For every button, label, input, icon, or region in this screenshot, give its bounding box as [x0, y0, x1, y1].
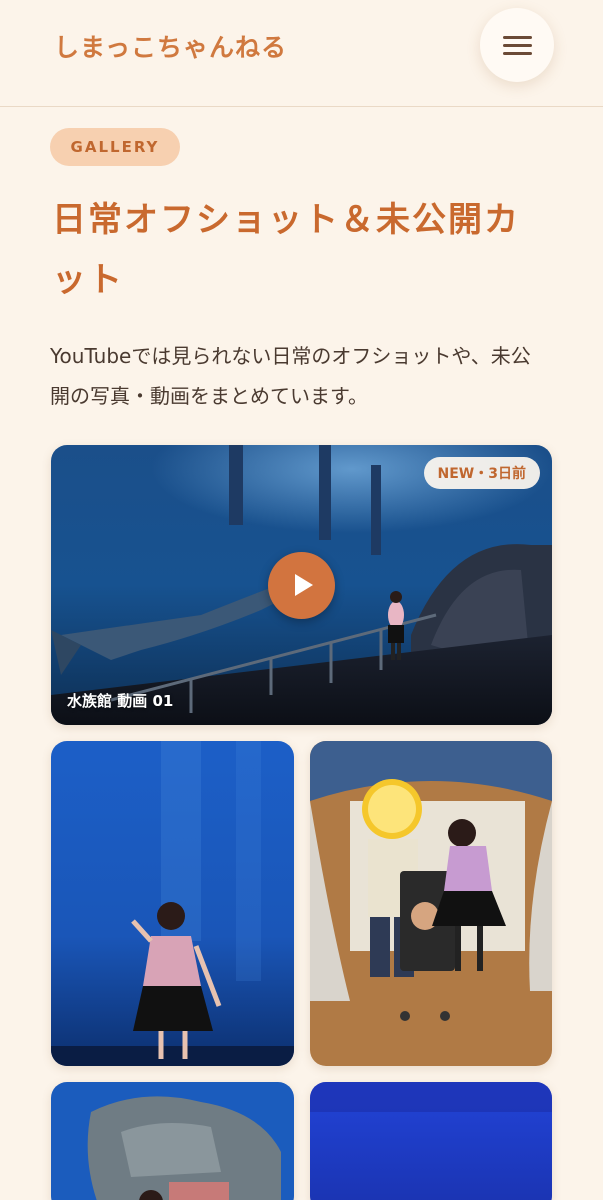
- coral-photo: [51, 1082, 294, 1200]
- new-badge: NEW・3日前: [423, 457, 540, 489]
- blue-tank-photo: [310, 1082, 552, 1200]
- site-brand[interactable]: しまっこちゃんねる: [54, 28, 287, 64]
- gallery-photo-card[interactable]: [51, 741, 294, 1066]
- page: しまっこちゃんねる GALLERY 日常オフショット＆未公開カット YouTub…: [0, 0, 603, 1200]
- gallery-photo-card[interactable]: [310, 1082, 552, 1200]
- gallery-photo-card[interactable]: [310, 741, 552, 1066]
- site-header: しまっこちゃんねる: [0, 0, 603, 107]
- menu-button[interactable]: [480, 8, 554, 82]
- video-caption: 水族館 動画 01: [67, 692, 174, 710]
- section-description: YouTubeでは見られない日常のオフショットや、未公開の写真・動画をまとめてい…: [50, 344, 531, 408]
- page-title: 日常オフショット＆未公開カット: [52, 200, 520, 300]
- play-button[interactable]: [268, 552, 335, 619]
- play-icon: [295, 574, 313, 596]
- gallery-photo-card[interactable]: [51, 1082, 294, 1200]
- featured-video-card[interactable]: NEW・3日前 水族館 動画 01: [51, 445, 552, 725]
- aquarium-photo: [51, 741, 294, 1066]
- section-badge: GALLERY: [50, 128, 180, 166]
- family-photo: [310, 741, 552, 1066]
